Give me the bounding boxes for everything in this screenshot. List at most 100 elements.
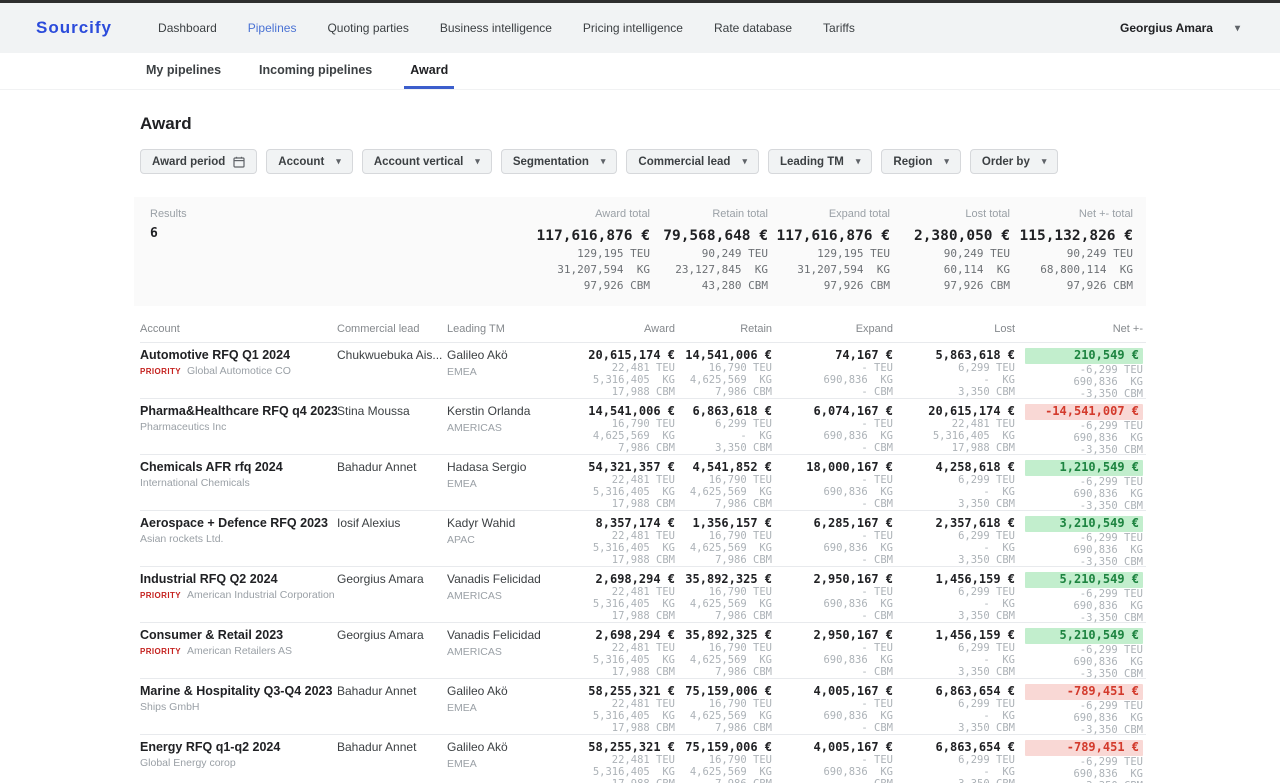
chevron-down-icon: ▾ [856, 156, 861, 167]
table-row[interactable]: Consumer & Retail 2023 PRIORITY American… [140, 623, 1146, 679]
account-subtitle: Global Automotice CO [187, 365, 291, 377]
pipelines-subtabs: My pipelines Incoming pipelines Award [0, 53, 1280, 90]
cell-lost: 6,863,654 € 6,299 TEU - KG 3,350 CBM [893, 740, 1015, 783]
page-title: Award [140, 114, 1146, 134]
filter-commercial-lead[interactable]: Commercial lead ▾ [626, 149, 759, 174]
commercial-lead-name: Bahadur Annet [337, 684, 447, 698]
filter-label: Order by [982, 156, 1030, 168]
nav-item-pricing-intelligence[interactable]: Pricing intelligence [583, 21, 683, 35]
cell-commercial-lead: Georgius Amara [337, 572, 447, 622]
cell-net: 3,210,549 € -6,299 TEU 690,836 KG -3,350… [1015, 516, 1143, 566]
user-menu[interactable]: Georgius Amara ▾ [1120, 21, 1240, 35]
priority-badge: PRIORITY [140, 591, 181, 600]
net-value-chip: -789,451 € [1025, 740, 1143, 756]
filter-account[interactable]: Account ▾ [266, 149, 353, 174]
summary-total-eur: 117,616,876 € [460, 226, 650, 246]
tab-my-pipelines[interactable]: My pipelines [140, 53, 227, 89]
table-row[interactable]: Marine & Hospitality Q3-Q4 2023 Ships Gm… [140, 679, 1146, 735]
nav-item-dashboard[interactable]: Dashboard [158, 21, 217, 35]
leading-tm-name: Galileo Akö [447, 684, 552, 698]
brand-logo[interactable]: Sourcify [36, 18, 112, 38]
account-subtitle: Ships GmbH [140, 701, 200, 713]
summary-total-cbm: 97,926 CBM [1010, 278, 1133, 294]
account-title: Marine & Hospitality Q3-Q4 2023 [140, 684, 337, 698]
leading-tm-region: APAC [447, 534, 552, 546]
table-row[interactable]: Industrial RFQ Q2 2024 PRIORITY American… [140, 567, 1146, 623]
cell-commercial-lead: Bahadur Annet [337, 740, 447, 783]
cell-expand: 2,950,167 € - TEU 690,836 KG - CBM [772, 572, 893, 622]
nav-item-label: Pricing intelligence [583, 21, 683, 35]
cell-leading-tm: Kadyr Wahid APAC [447, 516, 552, 566]
nav-item-rate-database[interactable]: Rate database [714, 21, 792, 35]
filter-award-period[interactable]: Award period [140, 149, 257, 174]
nav-item-tariffs[interactable]: Tariffs [823, 21, 855, 35]
leading-tm-name: Vanadis Felicidad [447, 628, 552, 642]
nav-item-label: Rate database [714, 21, 792, 35]
account-title: Industrial RFQ Q2 2024 [140, 572, 337, 586]
cell-account: Automotive RFQ Q1 2024 PRIORITY Global A… [140, 348, 337, 398]
table-row[interactable]: Chemicals AFR rfq 2024 International Che… [140, 455, 1146, 511]
commercial-lead-name: Stina Moussa [337, 404, 447, 418]
account-title: Automotive RFQ Q1 2024 [140, 348, 337, 362]
leading-tm-region: AMERICAS [447, 590, 552, 602]
nav-item-quoting-parties[interactable]: Quoting parties [327, 21, 408, 35]
filter-region[interactable]: Region ▾ [881, 149, 961, 174]
table-row[interactable]: Automotive RFQ Q1 2024 PRIORITY Global A… [140, 343, 1146, 399]
cell-retain: 35,892,325 € 16,790 TEU 4,625,569 KG 7,9… [675, 628, 772, 678]
table-row[interactable]: Energy RFQ q1-q2 2024 Global Energy coro… [140, 735, 1146, 783]
filter-label: Leading TM [780, 156, 844, 168]
leading-tm-region: AMERICAS [447, 646, 552, 658]
cell-commercial-lead: Bahadur Annet [337, 460, 447, 510]
cell-commercial-lead: Bahadur Annet [337, 684, 447, 734]
table-row[interactable]: Aerospace + Defence RFQ 2023 Asian rocke… [140, 511, 1146, 567]
summary-total-eur: 2,380,050 € [890, 226, 1010, 246]
nav-item-business-intelligence[interactable]: Business intelligence [440, 21, 552, 35]
tab-incoming-pipelines[interactable]: Incoming pipelines [253, 53, 378, 89]
summary-expand-total: Expand total 117,616,876 € 129,195 TEU 3… [768, 207, 890, 294]
summary-total-teu: 90,249 TEU [650, 246, 768, 262]
nav-items: Dashboard Pipelines Quoting parties Busines… [158, 21, 855, 35]
calendar-icon [233, 156, 245, 168]
filter-account-vertical[interactable]: Account vertical ▾ [362, 149, 492, 174]
leading-tm-region: EMEA [447, 702, 552, 714]
cell-lost: 2,357,618 € 6,299 TEU - KG 3,350 CBM [893, 516, 1015, 566]
filter-label: Award period [152, 156, 225, 168]
commercial-lead-name: Bahadur Annet [337, 740, 447, 754]
account-title: Consumer & Retail 2023 [140, 628, 337, 642]
leading-tm-region: EMEA [447, 478, 552, 490]
priority-badge: PRIORITY [140, 367, 181, 376]
chevron-down-icon: ▾ [336, 156, 341, 167]
cell-award: 2,698,294 € 22,481 TEU 5,316,405 KG 17,9… [552, 628, 675, 678]
account-title: Aerospace + Defence RFQ 2023 [140, 516, 337, 530]
nav-item-label: Pipelines [248, 21, 297, 35]
filter-label: Account [278, 156, 324, 168]
filter-segmentation[interactable]: Segmentation ▾ [501, 149, 618, 174]
table-header-commercial-lead: Commercial lead [337, 323, 447, 335]
table-row[interactable]: Pharma&Healthcare RFQ q4 2023 Pharmaceut… [140, 399, 1146, 455]
filter-leading-tm[interactable]: Leading TM ▾ [768, 149, 872, 174]
cell-retain: 1,356,157 € 16,790 TEU 4,625,569 KG 7,98… [675, 516, 772, 566]
chevron-down-icon: ▾ [742, 156, 747, 167]
cell-lost: 20,615,174 € 22,481 TEU 5,316,405 KG 17,… [893, 404, 1015, 454]
nav-item-pipelines[interactable]: Pipelines [248, 21, 297, 35]
tab-award[interactable]: Award [404, 53, 454, 89]
commercial-lead-name: Bahadur Annet [337, 460, 447, 474]
cell-leading-tm: Vanadis Felicidad AMERICAS [447, 628, 552, 678]
cell-retain: 75,159,006 € 16,790 TEU 4,625,569 KG 7,9… [675, 740, 772, 783]
top-navigation: Sourcify Dashboard Pipelines Quoting parti… [0, 3, 1280, 53]
net-value-chip: 5,210,549 € [1025, 572, 1143, 588]
summary-total-eur: 117,616,876 € [768, 226, 890, 246]
filter-order-by[interactable]: Order by ▾ [970, 149, 1058, 174]
cell-retain: 4,541,852 € 16,790 TEU 4,625,569 KG 7,98… [675, 460, 772, 510]
cell-expand: 74,167 € - TEU 690,836 KG - CBM [772, 348, 893, 398]
cell-award: 58,255,321 € 22,481 TEU 5,316,405 KG 17,… [552, 684, 675, 734]
cell-retain: 35,892,325 € 16,790 TEU 4,625,569 KG 7,9… [675, 572, 772, 622]
account-title: Chemicals AFR rfq 2024 [140, 460, 337, 474]
leading-tm-region: AMERICAS [447, 422, 552, 434]
cell-commercial-lead: Stina Moussa [337, 404, 447, 454]
cell-expand: 2,950,167 € - TEU 690,836 KG - CBM [772, 628, 893, 678]
filter-bar: Award period Account ▾ Account vertical … [140, 149, 1146, 174]
cell-account: Chemicals AFR rfq 2024 International Che… [140, 460, 337, 510]
account-subtitle: International Chemicals [140, 477, 250, 489]
cell-lost: 1,456,159 € 6,299 TEU - KG 3,350 CBM [893, 628, 1015, 678]
